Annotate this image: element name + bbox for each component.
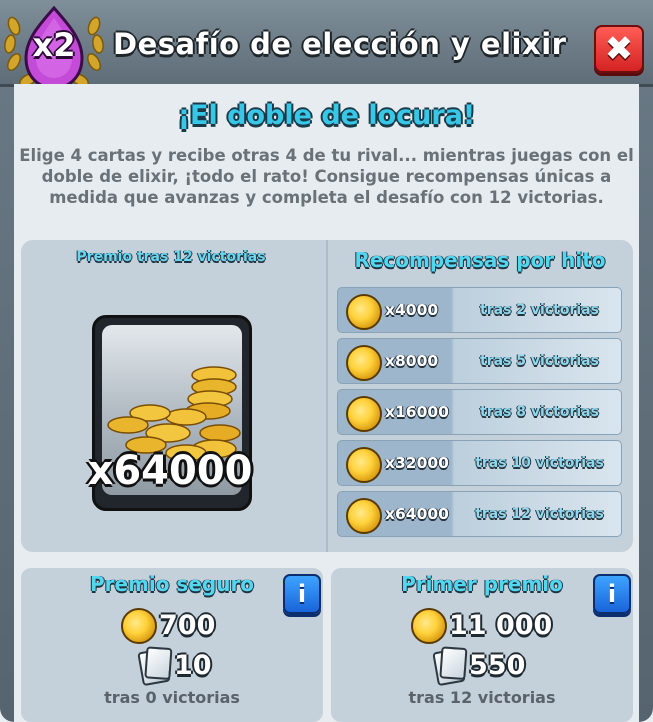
dialog-title: Desafío de elección y elixir xyxy=(113,27,567,61)
first-prize-title: Primer premio xyxy=(401,572,563,596)
safe-prize-title: Premio seguro xyxy=(89,572,255,596)
milestone-amount: x64000 xyxy=(385,505,449,523)
subtitle: ¡El doble de locura! xyxy=(177,100,476,131)
milestone-row: x16000 tras 8 victorias xyxy=(337,389,622,435)
gold-coin-icon xyxy=(121,608,157,644)
milestone-amount: x4000 xyxy=(385,301,439,319)
milestone-amount: x8000 xyxy=(385,352,439,370)
info-icon: i xyxy=(297,580,307,608)
milestone-condition: tras 12 victorias xyxy=(475,506,604,522)
first-prize-gold-value: 11 000 xyxy=(449,610,553,641)
safe-prize-cards-value: 10 xyxy=(174,650,212,681)
first-prize-cards: 550 xyxy=(432,646,573,687)
safe-prize-footer: tras 0 victorias xyxy=(104,688,240,707)
first-prize-gold: 11 000 xyxy=(411,606,591,646)
first-prize-info-button[interactable]: i xyxy=(593,574,631,614)
milestone-amount: x32000 xyxy=(385,454,449,472)
milestone-condition: tras 5 victorias xyxy=(480,353,599,369)
safe-prize-info-button[interactable]: i xyxy=(283,574,321,614)
milestone-condition: tras 8 victorias xyxy=(480,404,599,420)
badge-label: x2 xyxy=(32,26,76,64)
cards-icon xyxy=(137,647,171,687)
first-prize-box: Primer premio i 11 000 550 tras 12 victo… xyxy=(331,568,633,722)
safe-prize-gold-value: 700 xyxy=(159,610,216,641)
info-icon: i xyxy=(607,580,617,608)
grand-prize-amount: x64000 xyxy=(87,448,253,494)
close-icon: ✖ xyxy=(604,29,634,69)
milestones-title: Recompensas por hito xyxy=(354,248,606,272)
grand-prize-label: Premio tras 12 victorias xyxy=(76,249,266,265)
rewards-divider xyxy=(326,240,328,552)
gold-coin-icon xyxy=(346,396,382,432)
first-prize-cards-value: 550 xyxy=(469,650,526,681)
close-button[interactable]: ✖ xyxy=(594,25,644,73)
gold-coin-icon xyxy=(346,294,382,330)
description: Elige 4 cartas y recibe otras 4 de tu ri… xyxy=(19,146,634,207)
safe-prize-gold: 700 xyxy=(121,606,261,646)
first-prize-footer: tras 12 victorias xyxy=(408,688,556,707)
milestone-row: x4000 tras 2 victorias xyxy=(337,287,622,333)
cards-icon xyxy=(432,647,466,687)
gold-coin-icon xyxy=(346,447,382,483)
milestone-row: x64000 tras 12 victorias xyxy=(337,491,622,537)
milestone-row: x8000 tras 5 victorias xyxy=(337,338,622,384)
gold-coin-icon xyxy=(346,345,382,381)
milestone-amount: x16000 xyxy=(385,403,449,421)
milestone-row: x32000 tras 10 victorias xyxy=(337,440,622,486)
safe-prize-box: Premio seguro i 700 10 tras 0 victorias xyxy=(21,568,323,722)
safe-prize-cards: 10 xyxy=(137,646,258,687)
milestone-condition: tras 10 victorias xyxy=(475,455,604,471)
milestone-condition: tras 2 victorias xyxy=(480,302,599,318)
gold-coin-icon xyxy=(411,608,447,644)
gold-coin-icon xyxy=(346,498,382,534)
